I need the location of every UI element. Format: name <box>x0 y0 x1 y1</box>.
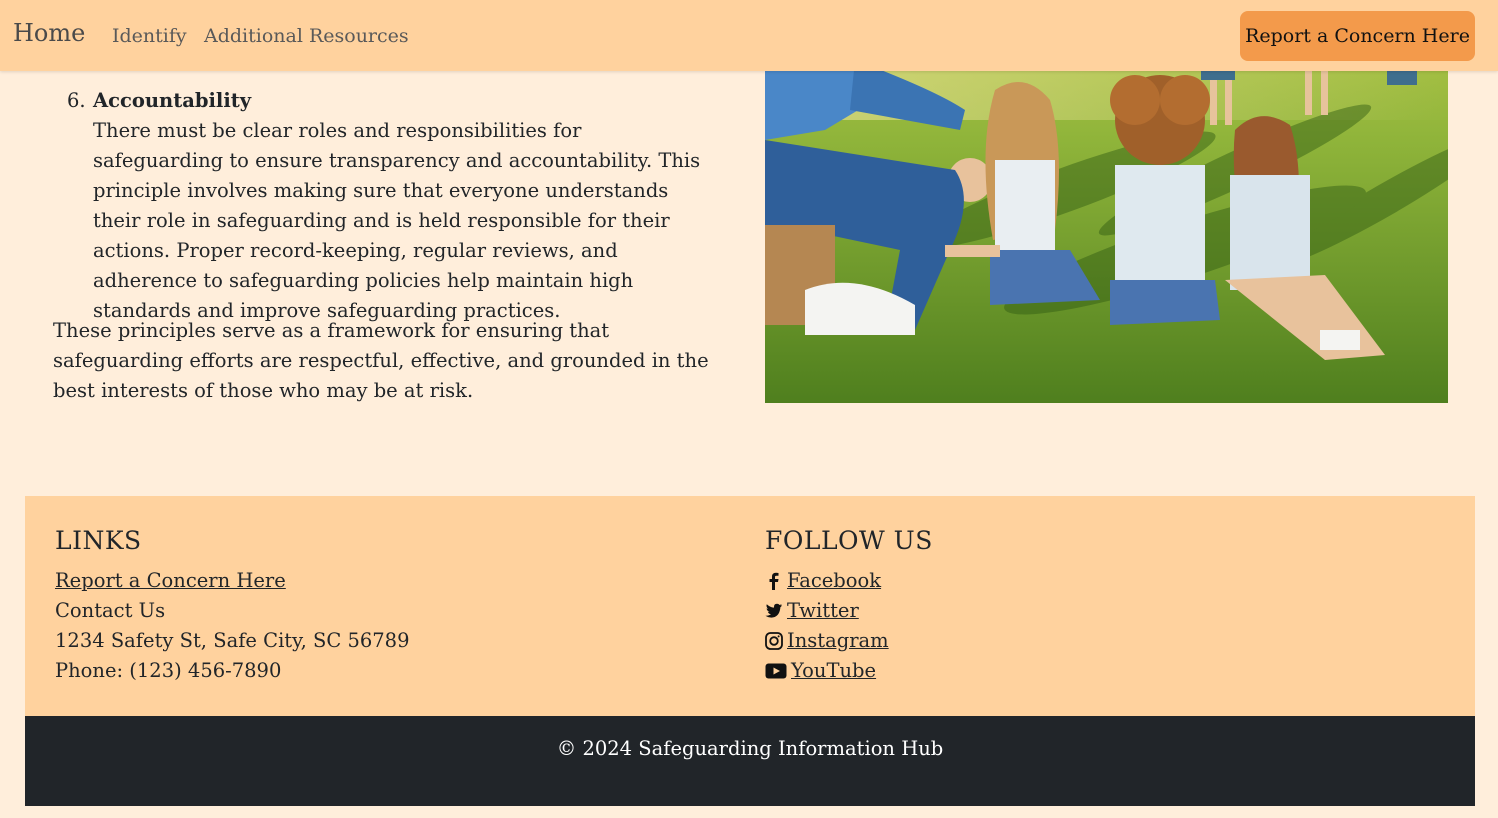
nav-home-link[interactable]: Home <box>13 19 85 47</box>
social-link-twitter[interactable]: Twitter <box>765 596 859 626</box>
contact-label: Contact Us <box>55 599 166 622</box>
principle-title: Accountability <box>93 89 252 112</box>
social-link-youtube[interactable]: YouTube <box>765 656 876 686</box>
footer-report-link[interactable]: Report a Concern Here <box>55 566 286 596</box>
footer: LINKS Report a Concern Here Contact Us 1… <box>25 496 1475 716</box>
report-concern-button[interactable]: Report a Concern Here <box>1240 11 1475 61</box>
follow-heading: FOLLOW US <box>765 526 933 555</box>
navbar: Home Identify Additional Resources Repor… <box>0 0 1498 71</box>
twitter-icon <box>765 603 783 618</box>
facebook-icon <box>769 572 779 590</box>
facebook-label: Facebook <box>787 569 882 592</box>
social-link-instagram[interactable]: Instagram <box>765 626 889 656</box>
social-link-facebook[interactable]: Facebook <box>765 566 881 596</box>
address: 1234 Safety St, Safe City, SC 56789 <box>55 629 410 652</box>
youtube-label: YouTube <box>791 659 877 682</box>
phone: Phone: (123) 456-7890 <box>55 659 282 682</box>
links-heading: LINKS <box>55 526 142 555</box>
list-number: 6. <box>67 89 86 112</box>
principle-description: There must be clear roles and responsibi… <box>93 119 701 322</box>
instagram-icon <box>765 632 783 650</box>
copyright-text: © 2024 Safeguarding Information Hub <box>556 737 944 760</box>
instagram-label: Instagram <box>787 629 889 652</box>
nav-identify-link[interactable]: Identify <box>112 25 187 47</box>
twitter-label: Twitter <box>787 599 859 622</box>
copyright-bar: © 2024 Safeguarding Information Hub <box>25 716 1475 806</box>
youtube-icon <box>765 663 787 679</box>
summary-paragraph: These principles serve as a framework fo… <box>53 319 709 402</box>
nav-additional-resources-link[interactable]: Additional Resources <box>204 25 409 47</box>
